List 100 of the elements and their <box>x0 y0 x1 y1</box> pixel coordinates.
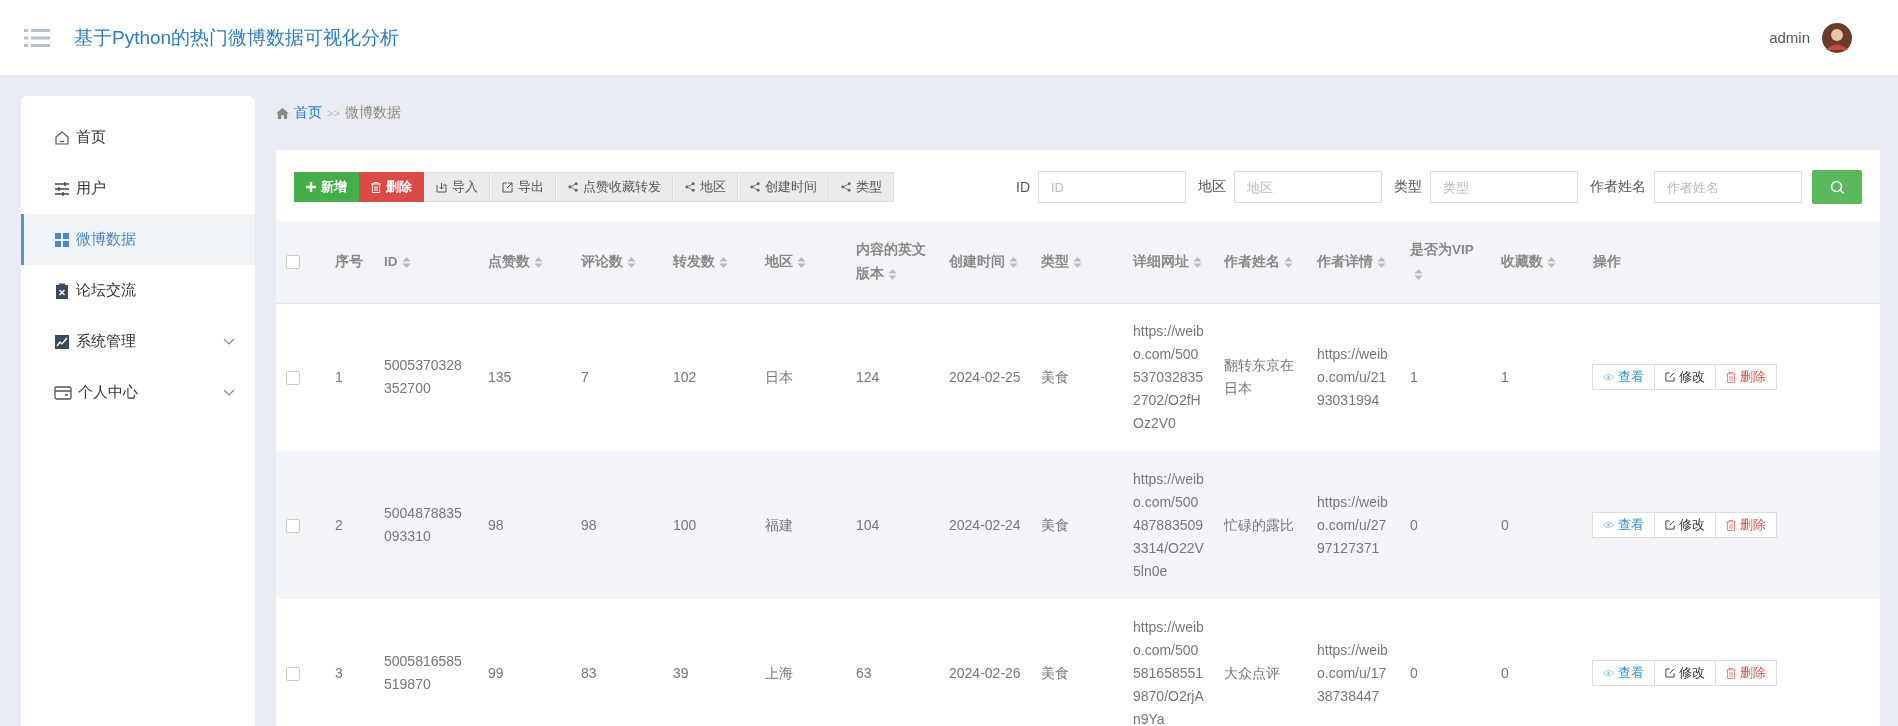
toolbar-button[interactable]: 新增 <box>294 172 359 202</box>
column-header[interactable]: 详细网址 <box>1133 249 1202 274</box>
table-cell: 2024-02-26 <box>949 664 1021 681</box>
nav-item[interactable]: 论坛交流 <box>21 265 255 316</box>
search-button[interactable] <box>1812 170 1862 204</box>
menu-icon[interactable] <box>24 27 50 48</box>
sort-icon <box>1193 256 1202 268</box>
trash-icon <box>1726 667 1736 679</box>
table-cell: 102 <box>673 368 697 385</box>
sort-icon <box>1073 256 1082 268</box>
table-cell: 0 <box>1410 516 1418 533</box>
action-button[interactable]: 查看 <box>1592 512 1655 538</box>
action-button[interactable]: 修改 <box>1654 364 1716 391</box>
table-cell: 美食 <box>1041 368 1069 385</box>
nav-label: 论坛交流 <box>76 281 137 300</box>
checkbox[interactable] <box>286 666 300 681</box>
column-header[interactable]: 点赞数 <box>488 249 543 274</box>
clipboard-icon <box>54 282 70 299</box>
table-cell: 98 <box>581 516 597 533</box>
share-icon <box>568 182 578 192</box>
nav-label: 微博数据 <box>76 230 137 249</box>
column-header[interactable]: 转发数 <box>673 249 728 274</box>
table-cell: 上海 <box>765 664 793 681</box>
toolbar-button[interactable]: 类型 <box>829 172 894 202</box>
column-header[interactable]: 评论数 <box>581 249 636 274</box>
export-icon <box>502 181 513 193</box>
field-label: 作者姓名 <box>1590 178 1646 196</box>
action-button[interactable]: 删除 <box>1715 364 1777 391</box>
eye-icon <box>1603 373 1614 382</box>
plus-icon <box>306 182 316 192</box>
chart-icon <box>54 333 70 350</box>
table-cell: 1 <box>1501 368 1509 385</box>
toolbar-button[interactable]: 导入 <box>424 172 490 202</box>
search-field[interactable]: 作者姓名 <box>1654 171 1802 203</box>
table-cell: 104 <box>856 516 880 533</box>
action-button[interactable]: 删除 <box>1715 512 1777 538</box>
grid-icon <box>54 231 70 248</box>
toolbar-button[interactable]: 地区 <box>673 172 738 202</box>
breadcrumb-separator: >> <box>327 107 340 119</box>
sort-icon <box>1414 268 1423 280</box>
search-field[interactable]: ID <box>1038 171 1186 203</box>
trash-icon <box>1726 519 1736 531</box>
column-header[interactable]: 收藏数 <box>1501 249 1556 274</box>
breadcrumb-link[interactable]: 首页 <box>294 104 322 122</box>
nav-label: 系统管理 <box>76 332 137 351</box>
column-header[interactable]: 是否为VIP <box>1410 237 1481 286</box>
column-header[interactable]: 作者姓名 <box>1224 249 1293 274</box>
action-button[interactable]: 修改 <box>1654 512 1716 538</box>
table-cell: https://weibo.com/5005816585519870/O2rjAn9Ya <box>1133 618 1204 726</box>
table-cell: 100 <box>673 516 697 533</box>
table-cell: 1 <box>1410 368 1418 385</box>
wallet-icon <box>54 384 72 401</box>
action-button[interactable]: 查看 <box>1592 660 1655 686</box>
trash-icon <box>371 181 381 193</box>
checkbox[interactable] <box>286 255 300 270</box>
user-name[interactable]: admin <box>1769 29 1810 46</box>
toolbar-button[interactable]: 创建时间 <box>738 172 829 202</box>
table-cell: 0 <box>1410 664 1418 681</box>
nav-item[interactable]: 微博数据 <box>21 214 255 265</box>
action-button[interactable]: 修改 <box>1654 660 1716 686</box>
import-icon <box>436 181 447 193</box>
checkbox[interactable] <box>286 371 300 386</box>
nav-item[interactable]: 个人中心 <box>21 367 255 418</box>
column-header[interactable]: 地区 <box>765 249 806 274</box>
action-button[interactable]: 查看 <box>1592 364 1655 391</box>
nav-label: 个人中心 <box>78 383 139 402</box>
search-field[interactable]: 地区 <box>1234 171 1382 203</box>
nav-item[interactable]: 首页 <box>21 112 255 163</box>
toolbar-button[interactable]: 导出 <box>490 172 556 202</box>
sort-icon <box>627 256 636 268</box>
table-cell: 98 <box>488 516 504 533</box>
table-cell: 124 <box>856 368 880 385</box>
edit-icon <box>1665 668 1675 678</box>
column-header[interactable]: ID <box>384 249 411 274</box>
nav-item[interactable]: 系统管理 <box>21 316 255 367</box>
column-header: 序号 <box>335 252 363 271</box>
column-header: 操作 <box>1593 252 1621 271</box>
avatar-icon[interactable] <box>1822 22 1852 53</box>
search-field[interactable]: 类型 <box>1430 171 1578 203</box>
toolbar-button[interactable]: 删除 <box>359 172 424 202</box>
column-header[interactable]: 内容的英文版本 <box>856 237 929 286</box>
table-cell: 63 <box>856 664 872 681</box>
column-header[interactable]: 创建时间 <box>949 249 1018 274</box>
sort-icon <box>719 256 728 268</box>
table-cell: 0 <box>1501 664 1509 681</box>
toolbar-button[interactable]: 点赞收藏转发 <box>556 172 673 202</box>
field-label: 类型 <box>1394 178 1422 196</box>
sort-icon <box>1284 256 1293 268</box>
column-header[interactable]: 类型 <box>1041 249 1082 274</box>
table-cell: 日本 <box>765 368 793 385</box>
table-cell: 美食 <box>1041 516 1069 533</box>
nav-item[interactable]: 用户 <box>21 163 255 214</box>
edit-icon <box>1665 372 1675 383</box>
sort-icon <box>1547 256 1556 268</box>
checkbox[interactable] <box>286 518 300 533</box>
column-header[interactable]: 作者详情 <box>1317 249 1386 274</box>
table-cell: 大众点评 <box>1224 664 1280 681</box>
nav-label: 用户 <box>76 179 107 198</box>
action-button[interactable]: 删除 <box>1715 660 1777 686</box>
sort-icon <box>534 256 543 268</box>
